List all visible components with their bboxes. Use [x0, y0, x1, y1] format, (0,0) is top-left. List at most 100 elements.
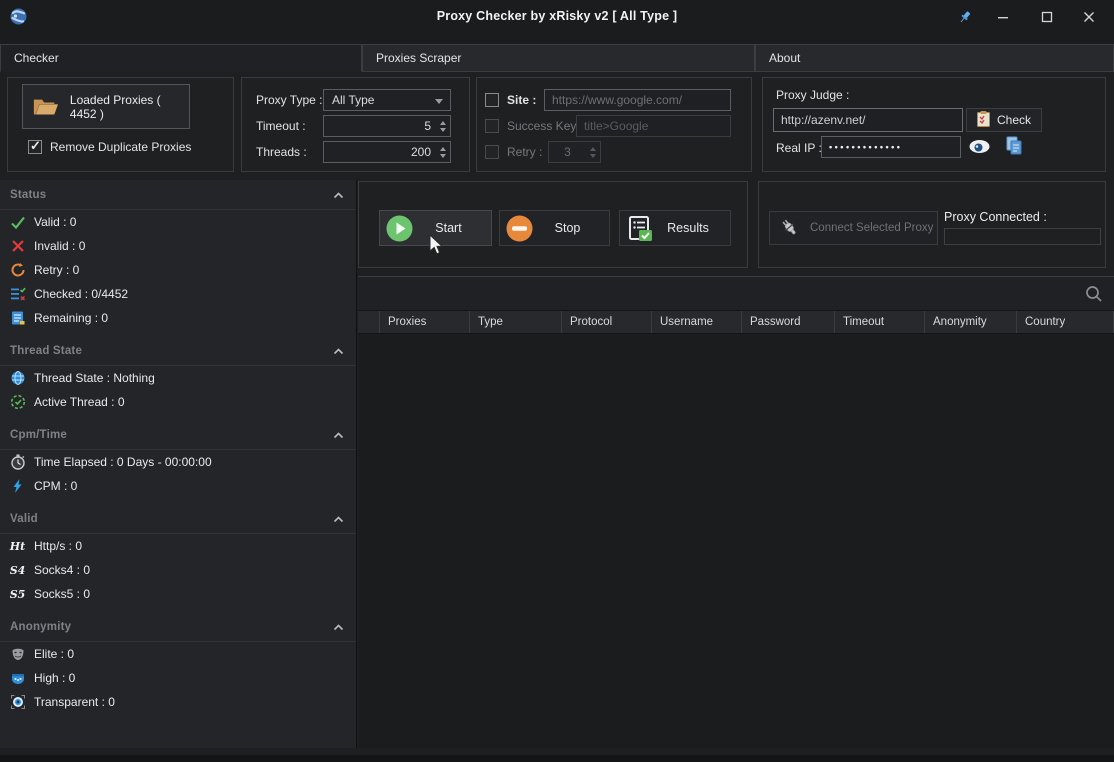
- elite-mask-icon: [9, 646, 26, 663]
- tab-about[interactable]: About: [755, 44, 1114, 72]
- sidebar-item: Invalid : 0: [0, 234, 356, 258]
- retry-stepper[interactable]: [548, 141, 601, 163]
- pin-icon[interactable]: [950, 6, 980, 28]
- search-strip[interactable]: [358, 277, 1114, 310]
- transparent-eye-icon: [9, 694, 26, 711]
- section-title: Cpm/Time: [10, 429, 67, 441]
- proxy-type-dropdown[interactable]: All Type: [323, 89, 451, 111]
- bottom-strip: [0, 755, 1114, 762]
- sidebar-item-label: Elite : 0: [34, 647, 74, 661]
- table-header-row: ProxiesTypeProtocolUsernamePasswordTimeo…: [358, 310, 1114, 334]
- app-window: Proxy Checker by xRisky v2 [ All Type ] …: [0, 0, 1114, 762]
- chevron-up-icon: [333, 516, 344, 523]
- column-header-proxies[interactable]: Proxies: [380, 311, 470, 333]
- sidebar-item-label: Transparent : 0: [34, 695, 115, 709]
- sidebar-item-label: Retry : 0: [34, 263, 79, 277]
- success-key-input[interactable]: [576, 115, 731, 137]
- real-ip-field[interactable]: •••••••••••••: [821, 136, 961, 158]
- tab-proxies-scraper[interactable]: Proxies Scraper: [362, 44, 755, 72]
- sidebar-item: S4 Socks4 : 0: [0, 558, 356, 582]
- column-header-type[interactable]: Type: [470, 311, 562, 333]
- close-button[interactable]: [1074, 6, 1104, 28]
- start-button[interactable]: Start: [379, 210, 492, 246]
- timeout-stepper[interactable]: [323, 115, 451, 137]
- sidebar-item-label: Active Thread : 0: [34, 395, 125, 409]
- sidebar-item-label: Socks5 : 0: [34, 587, 90, 601]
- remaining-doc-icon: [9, 310, 26, 327]
- active-thread-icon: [9, 394, 26, 411]
- eye-icon[interactable]: [969, 139, 990, 159]
- maximize-button[interactable]: [1032, 6, 1062, 28]
- timeout-input[interactable]: [324, 116, 436, 136]
- stepper-arrows-icon[interactable]: [436, 116, 450, 136]
- sidebar-item-label: Thread State : Nothing: [34, 371, 155, 385]
- load-proxies-button[interactable]: Loaded Proxies ( 4452 ): [22, 84, 190, 129]
- section-header[interactable]: Thread State: [0, 336, 356, 366]
- stop-icon: [506, 215, 533, 242]
- section-header[interactable]: Valid: [0, 504, 356, 534]
- play-icon: [386, 215, 413, 242]
- stepper-arrows-icon: [586, 142, 600, 162]
- chevron-up-icon: [333, 624, 344, 631]
- column-header-country[interactable]: Country: [1017, 311, 1114, 333]
- retry-input[interactable]: [549, 142, 586, 162]
- section-header[interactable]: Cpm/Time: [0, 420, 356, 450]
- proxy-connected-input[interactable]: [944, 228, 1101, 245]
- site-url-input[interactable]: [544, 89, 731, 111]
- stepper-arrows-icon[interactable]: [436, 142, 450, 162]
- column-header-timeout[interactable]: Timeout: [835, 311, 925, 333]
- section-title: Valid: [10, 513, 38, 525]
- retry-checkbox[interactable]: [485, 145, 499, 159]
- sidebar-item: Retry : 0: [0, 258, 356, 282]
- section-header[interactable]: Status: [0, 180, 356, 210]
- sidebar-section-thread-state: Thread State Thread State : Nothing Acti…: [0, 336, 356, 414]
- success-key-checkbox[interactable]: [485, 119, 499, 133]
- remove-duplicates-checkbox[interactable]: [28, 140, 42, 154]
- connect-group: Connect Selected Proxy Proxy Connected :: [758, 181, 1106, 268]
- threads-input[interactable]: [324, 142, 436, 162]
- column-header-username[interactable]: Username: [652, 311, 742, 333]
- column-header-anonymity[interactable]: Anonymity: [925, 311, 1017, 333]
- tab-checker[interactable]: Checker: [0, 44, 362, 72]
- settings-group: Proxy Type : All Type Timeout : Threads …: [241, 77, 470, 172]
- section-title: Status: [10, 189, 46, 201]
- valid-check-icon: [9, 214, 26, 231]
- chevron-up-icon: [333, 432, 344, 439]
- search-icon[interactable]: [1085, 285, 1103, 303]
- table-body[interactable]: [358, 334, 1114, 748]
- connect-selected-proxy-button[interactable]: Connect Selected Proxy: [769, 211, 938, 245]
- site-checkbox[interactable]: [485, 93, 499, 107]
- proxy-judge-url-input[interactable]: [773, 108, 963, 132]
- threads-stepper[interactable]: [323, 141, 451, 163]
- proxy-judge-group: Proxy Judge : Check Real IP : ••••••••••…: [762, 77, 1106, 172]
- sidebar-section-status: Status Valid : 0 Invalid : 0 Retry : 0 C…: [0, 180, 356, 330]
- section-header[interactable]: Anonymity: [0, 612, 356, 642]
- section-title: Thread State: [10, 345, 82, 357]
- lightning-icon: [9, 478, 26, 495]
- results-button[interactable]: Results: [619, 210, 731, 246]
- clipboard-check-icon: [977, 111, 990, 130]
- sidebar-item-label: High : 0: [34, 671, 75, 685]
- proxy-type-label: Proxy Type :: [256, 93, 323, 107]
- column-header-protocol[interactable]: Protocol: [562, 311, 652, 333]
- results-table: ProxiesTypeProtocolUsernamePasswordTimeo…: [358, 276, 1114, 748]
- minimize-button[interactable]: [988, 6, 1018, 28]
- sidebar-item-label: Checked : 0/4452: [34, 287, 128, 301]
- real-ip-label: Real IP :: [776, 141, 822, 155]
- sidebar-item-label: Remaining : 0: [34, 311, 108, 325]
- thread-globe-icon: [9, 370, 26, 387]
- sidebar-item: Remaining : 0: [0, 306, 356, 330]
- sidebar-item-label: Valid : 0: [34, 215, 76, 229]
- status-sidebar: Status Valid : 0 Invalid : 0 Retry : 0 C…: [0, 180, 357, 748]
- stopwatch-icon: [9, 454, 26, 471]
- actions-group: Start Stop Results: [358, 181, 748, 268]
- copy-icon[interactable]: [1006, 136, 1023, 160]
- plug-icon: [778, 216, 802, 240]
- timeout-label: Timeout :: [256, 119, 323, 133]
- check-judge-button[interactable]: Check: [966, 108, 1042, 132]
- site-label: Site :: [507, 93, 536, 107]
- column-header-password[interactable]: Password: [742, 311, 835, 333]
- chevron-up-icon: [333, 192, 344, 199]
- stop-button[interactable]: Stop: [499, 210, 610, 246]
- sidebar-item-label: Http/s : 0: [34, 539, 82, 553]
